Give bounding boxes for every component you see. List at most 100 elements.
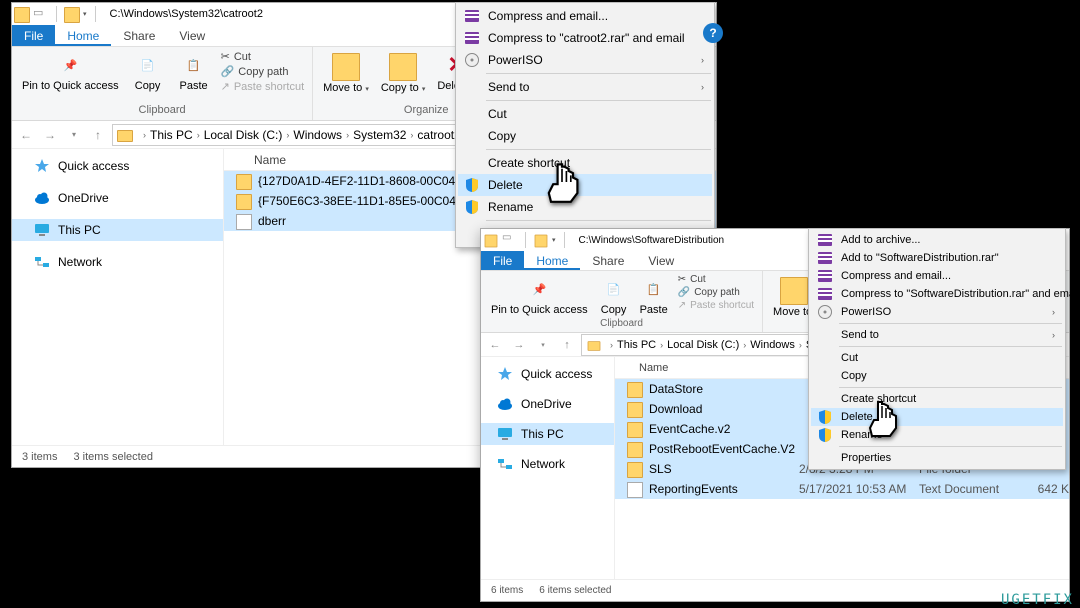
pin-icon: 📌 <box>525 275 553 303</box>
chevron-right-icon: › <box>701 55 704 65</box>
sidebar-onedrive[interactable]: OneDrive <box>12 187 223 209</box>
file-icon <box>236 214 252 230</box>
clipboard-group-label: Clipboard <box>16 104 308 118</box>
sidebar-this-pc[interactable]: This PC <box>481 423 614 445</box>
bc-this-pc[interactable]: This PC <box>617 339 656 351</box>
ctx-cut[interactable]: Cut <box>811 349 1063 367</box>
open-folder-icon[interactable] <box>64 7 80 23</box>
rar-icon <box>464 30 480 46</box>
scissors-icon: ✂ <box>678 274 686 285</box>
sidebar-quick-access[interactable]: Quick access <box>481 363 614 385</box>
ctx-poweriso[interactable]: PowerISO› <box>458 49 712 71</box>
tab-share[interactable]: Share <box>580 251 636 270</box>
up-button[interactable]: ↑ <box>88 125 108 145</box>
pin-quick-access-button[interactable]: 📌 Pin to Quick access <box>16 49 125 94</box>
ctx-copy[interactable]: Copy <box>458 125 712 147</box>
cut-button[interactable]: ✂Cut <box>217 49 309 64</box>
chevron-right-icon: › <box>701 82 704 92</box>
ctx-poweriso[interactable]: PowerISO› <box>811 303 1063 321</box>
forward-button[interactable]: → <box>40 125 60 145</box>
open-folder-icon[interactable] <box>535 235 548 248</box>
copy-icon: 📄 <box>134 51 162 79</box>
pin-quick-access-button[interactable]: 📌Pin to Quick access <box>485 273 594 318</box>
paste-icon: 📋 <box>640 275 668 303</box>
tab-file[interactable]: File <box>481 251 524 270</box>
folder-icon <box>14 7 30 23</box>
tab-view[interactable]: View <box>167 25 217 46</box>
history-caret[interactable]: ▾ <box>533 335 553 355</box>
copy-button[interactable]: 📄 Copy <box>125 49 171 94</box>
quick-access-toolbar: ▭ ▾ <box>14 5 87 23</box>
ctx-copy[interactable]: Copy <box>811 367 1063 385</box>
forward-button[interactable]: → <box>509 335 529 355</box>
context-menu[interactable]: Add to archive... Add to "SoftwareDistri… <box>808 228 1066 470</box>
ctx-delete[interactable]: Delete <box>811 408 1063 426</box>
copy-button[interactable]: 📄Copy <box>594 273 634 318</box>
back-button[interactable]: ← <box>16 125 36 145</box>
move-to-icon <box>332 53 360 81</box>
history-caret[interactable]: ▾ <box>64 125 84 145</box>
folder-icon <box>627 382 643 398</box>
ctx-delete[interactable]: Delete <box>458 174 712 196</box>
dropdown-caret-icon[interactable]: ▾ <box>552 236 556 244</box>
paste-shortcut-button[interactable]: ↗Paste shortcut <box>217 79 309 94</box>
dropdown-caret-icon[interactable]: ▾ <box>83 10 87 18</box>
copy-icon: 📄 <box>600 275 628 303</box>
nav-pane: Quick access OneDrive This PC Network <box>12 149 224 445</box>
sidebar-quick-access[interactable]: Quick access <box>12 155 223 177</box>
sidebar-this-pc[interactable]: This PC <box>12 219 223 241</box>
ctx-compress-email[interactable]: Compress and email... <box>811 267 1063 285</box>
paste-shortcut-button[interactable]: ↗Paste shortcut <box>674 299 758 312</box>
ctx-cut[interactable]: Cut <box>458 103 712 125</box>
copy-to-icon <box>389 53 417 81</box>
tab-view[interactable]: View <box>636 251 686 270</box>
tab-file[interactable]: File <box>12 25 55 46</box>
qat-recent-icon[interactable]: ▭ <box>502 232 518 248</box>
help-icon[interactable]: ? <box>703 23 723 43</box>
ctx-properties[interactable]: Properties <box>811 449 1063 467</box>
item-count: 6 items <box>491 585 523 596</box>
qat-recent-icon[interactable]: ▭ <box>33 6 49 22</box>
copy-path-button[interactable]: 🔗Copy path <box>217 64 309 79</box>
paste-button[interactable]: 📋Paste <box>634 273 674 318</box>
file-row[interactable]: ReportingEvents5/17/2021 10:53 AMText Do… <box>615 479 1069 499</box>
disc-icon <box>817 304 833 320</box>
selected-count: 6 items selected <box>539 585 611 596</box>
network-icon <box>34 254 50 270</box>
tab-home[interactable]: Home <box>524 251 580 270</box>
bc-local-disk[interactable]: Local Disk (C:) <box>667 339 739 351</box>
ctx-rename[interactable]: Rename <box>811 426 1063 444</box>
pin-icon: 📌 <box>56 51 84 79</box>
bc-this-pc[interactable]: This PC <box>150 128 193 142</box>
bc-system32[interactable]: System32 <box>353 128 406 142</box>
up-button[interactable]: ↑ <box>557 335 577 355</box>
star-icon <box>497 366 513 382</box>
ctx-send-to[interactable]: Send to› <box>811 326 1063 344</box>
folder-icon <box>627 422 643 438</box>
sidebar-network[interactable]: Network <box>12 251 223 273</box>
move-to-button[interactable]: Move to ▾ <box>317 49 375 98</box>
ctx-compress-rar-email[interactable]: Compress to "catroot2.rar" and email <box>458 27 712 49</box>
bc-local-disk[interactable]: Local Disk (C:) <box>204 128 283 142</box>
tab-home[interactable]: Home <box>55 25 111 46</box>
copy-path-button[interactable]: 🔗Copy path <box>674 286 758 299</box>
ctx-send-to[interactable]: Send to› <box>458 76 712 98</box>
sidebar-onedrive[interactable]: OneDrive <box>481 393 614 415</box>
back-button[interactable]: ← <box>485 335 505 355</box>
ctx-create-shortcut[interactable]: Create shortcut <box>811 390 1063 408</box>
copy-to-button[interactable]: Copy to ▾ <box>375 49 432 98</box>
context-menu[interactable]: Compress and email... Compress to "catro… <box>455 2 715 248</box>
sidebar-network[interactable]: Network <box>481 453 614 475</box>
ctx-compress-email[interactable]: Compress and email... <box>458 5 712 27</box>
ctx-rename[interactable]: Rename <box>458 196 712 218</box>
tab-share[interactable]: Share <box>111 25 167 46</box>
bc-windows[interactable]: Windows <box>750 339 795 351</box>
ctx-create-shortcut[interactable]: Create shortcut <box>458 152 712 174</box>
bc-windows[interactable]: Windows <box>293 128 342 142</box>
ctx-add-rar[interactable]: Add to "SoftwareDistribution.rar" <box>811 249 1063 267</box>
ctx-compress-rar-email[interactable]: Compress to "SoftwareDistribution.rar" a… <box>811 285 1063 303</box>
paste-icon: 📋 <box>180 51 208 79</box>
paste-button[interactable]: 📋 Paste <box>171 49 217 94</box>
ctx-add-archive[interactable]: Add to archive... <box>811 231 1063 249</box>
cut-button[interactable]: ✂Cut <box>674 273 758 286</box>
